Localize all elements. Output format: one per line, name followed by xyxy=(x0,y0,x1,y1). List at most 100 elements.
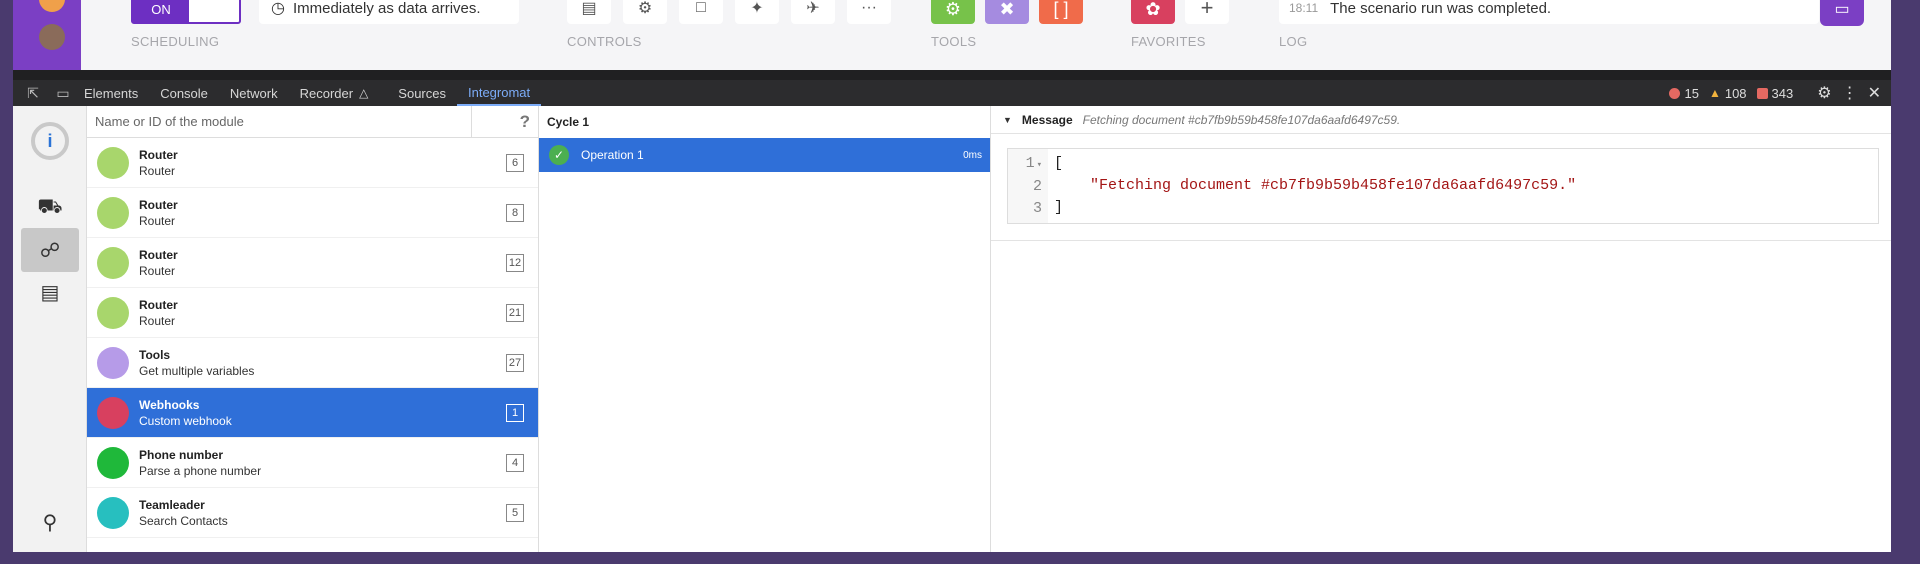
fold-icon[interactable]: ▾ xyxy=(1037,160,1042,170)
auto-align-button[interactable]: ✦ xyxy=(735,0,779,24)
message-header[interactable]: ▼ Message Fetching document #cb7fb9b59b4… xyxy=(991,106,1891,134)
tab-integromat[interactable]: Integromat xyxy=(457,80,542,106)
nav-share[interactable]: ☍ xyxy=(21,228,79,272)
module-row[interactable]: Phone number Parse a phone number 4 xyxy=(87,438,538,488)
scenario-toolbar: ON SCHEDULING ◷ Immediately as data arri… xyxy=(13,0,1891,70)
add-favorite-button[interactable]: + xyxy=(1185,0,1229,24)
warning-count[interactable]: ▲ 108 xyxy=(1709,86,1747,101)
error-count[interactable]: 15 xyxy=(1669,85,1699,101)
line-number: 3 xyxy=(1032,200,1042,217)
module-row[interactable]: Teamleader Search Contacts 5 xyxy=(87,488,538,538)
module-row[interactable]: Router Router 21 xyxy=(87,288,538,338)
error-count-value: 15 xyxy=(1684,85,1699,101)
user-avatar[interactable] xyxy=(39,24,65,50)
webhooks-favorite-button[interactable]: ✿ xyxy=(1131,0,1175,24)
module-action: Router xyxy=(139,263,176,278)
module-action: Search Contacts xyxy=(139,513,228,528)
inspect-icon[interactable]: ⇱ xyxy=(23,85,43,102)
module-name: Tools xyxy=(139,347,171,362)
module-row[interactable]: Router Router 8 xyxy=(87,188,538,238)
module-text: Webhooks Custom webhook xyxy=(139,398,232,428)
log-entry[interactable]: 18:11 The scenario run was completed. xyxy=(1279,0,1819,24)
error-icon xyxy=(1669,87,1681,99)
json-code: ["Fetching document #cb7fb9b59b458fe107d… xyxy=(1048,149,1576,223)
scheduling-setting[interactable]: ◷ Immediately as data arrives. xyxy=(259,0,519,24)
operation-label: Operation 1 xyxy=(581,148,644,162)
controls-label: CONTROLS xyxy=(567,34,642,49)
issue-count[interactable]: 343 xyxy=(1756,86,1793,101)
rail-icon[interactable] xyxy=(39,0,65,12)
device-toggle-icon[interactable]: ▭ xyxy=(53,85,73,102)
tab-recorder[interactable]: Recorder △ xyxy=(289,80,380,106)
favorites-label: FAVORITES xyxy=(1131,34,1206,49)
module-action: Router xyxy=(139,313,176,328)
share-button[interactable]: ▭ xyxy=(1820,0,1864,26)
module-name: Router xyxy=(139,247,178,262)
module-text: Phone number Parse a phone number xyxy=(139,448,261,478)
module-action: Router xyxy=(139,213,176,228)
nav-truck[interactable]: ⛟ xyxy=(21,186,79,230)
issue-icon xyxy=(1756,87,1768,99)
ellipsis-icon: ··· xyxy=(861,0,877,16)
toolbox-icon: ▤ xyxy=(40,281,60,304)
tab-sources[interactable]: Sources xyxy=(387,80,457,106)
module-name: Router xyxy=(139,197,178,212)
cycle-title: Cycle 1 xyxy=(547,115,590,129)
code-open-bracket: [ xyxy=(1054,155,1064,172)
window: ON SCHEDULING ◷ Immediately as data arri… xyxy=(13,0,1891,552)
notes-button[interactable]: □ xyxy=(679,0,723,24)
tab-elements[interactable]: Elements xyxy=(73,80,149,106)
app-rail xyxy=(13,0,81,70)
toggle-on-label: ON xyxy=(133,0,189,22)
scheduling-text: Immediately as data arrives. xyxy=(292,0,481,17)
integromat-logo: i xyxy=(31,122,69,160)
message-panel: ▼ Message Fetching document #cb7fb9b59b4… xyxy=(991,106,1891,552)
json-viewer[interactable]: 1 ▾ 2 3 ["Fetching document #cb7fb9b59b45… xyxy=(1007,148,1879,224)
more-button[interactable]: ··· xyxy=(847,0,891,24)
module-text: Router Router xyxy=(139,148,178,178)
module-row[interactable]: Router Router 12 xyxy=(87,238,538,288)
panel-side-nav: i ⛟ ☍ ▤ ⚲ xyxy=(13,106,87,552)
tab-console[interactable]: Console xyxy=(149,80,219,106)
message-title: Message xyxy=(1021,112,1073,127)
settings-button[interactable]: ⚙ xyxy=(623,0,667,24)
close-icon[interactable]: ✕ xyxy=(1868,83,1881,103)
nav-help[interactable]: ⚲ xyxy=(21,500,79,544)
module-avatar xyxy=(97,296,129,329)
module-search-row: ? xyxy=(87,106,538,138)
module-row[interactable]: Webhooks Custom webhook 1 xyxy=(87,388,538,438)
explain-flow-button[interactable]: ✈ xyxy=(791,0,835,24)
module-id-badge: 21 xyxy=(506,303,524,322)
json-button[interactable]: [ ] xyxy=(1039,0,1083,24)
module-search-input[interactable] xyxy=(87,106,472,137)
log-label: LOG xyxy=(1279,34,1308,49)
module-id-badge: 4 xyxy=(506,453,524,472)
tab-network[interactable]: Network xyxy=(219,80,289,106)
brackets-icon: [ ] xyxy=(1053,0,1069,19)
module-avatar xyxy=(97,346,129,379)
save-button[interactable]: ▤ xyxy=(567,0,611,24)
tools-gear-button[interactable]: ⚙ xyxy=(931,0,975,24)
kebab-menu-icon[interactable]: ⋮ xyxy=(1842,83,1858,103)
save-icon: ▤ xyxy=(581,0,597,17)
module-row[interactable]: Router Router 6 xyxy=(87,138,538,188)
module-name: Teamleader xyxy=(139,497,205,512)
tab-recorder-label: Recorder xyxy=(299,85,354,101)
module-avatar xyxy=(97,196,129,229)
operation-row[interactable]: ✓ Operation 1 0ms xyxy=(539,138,990,172)
flow-control-button[interactable]: ✖ xyxy=(985,0,1029,24)
scheduling-toggle[interactable]: ON xyxy=(131,0,241,24)
module-row[interactable]: Tools Get multiple variables 27 xyxy=(87,338,538,388)
line-number: 1 ▾ xyxy=(1025,155,1042,172)
module-name: Phone number xyxy=(139,447,224,462)
clock-icon: ◷ xyxy=(271,0,285,17)
module-text: Tools Get multiple variables xyxy=(139,348,254,378)
module-action: Custom webhook xyxy=(139,413,232,428)
module-text: Router Router xyxy=(139,248,178,278)
warning-icon: ▲ xyxy=(1708,86,1721,100)
gear-icon[interactable]: ⚙ xyxy=(1817,83,1831,103)
warning-count-value: 108 xyxy=(1724,85,1747,101)
help-icon[interactable]: ? xyxy=(472,112,538,132)
nav-toolbox[interactable]: ▤ xyxy=(21,270,79,314)
module-name: Router xyxy=(139,147,178,162)
